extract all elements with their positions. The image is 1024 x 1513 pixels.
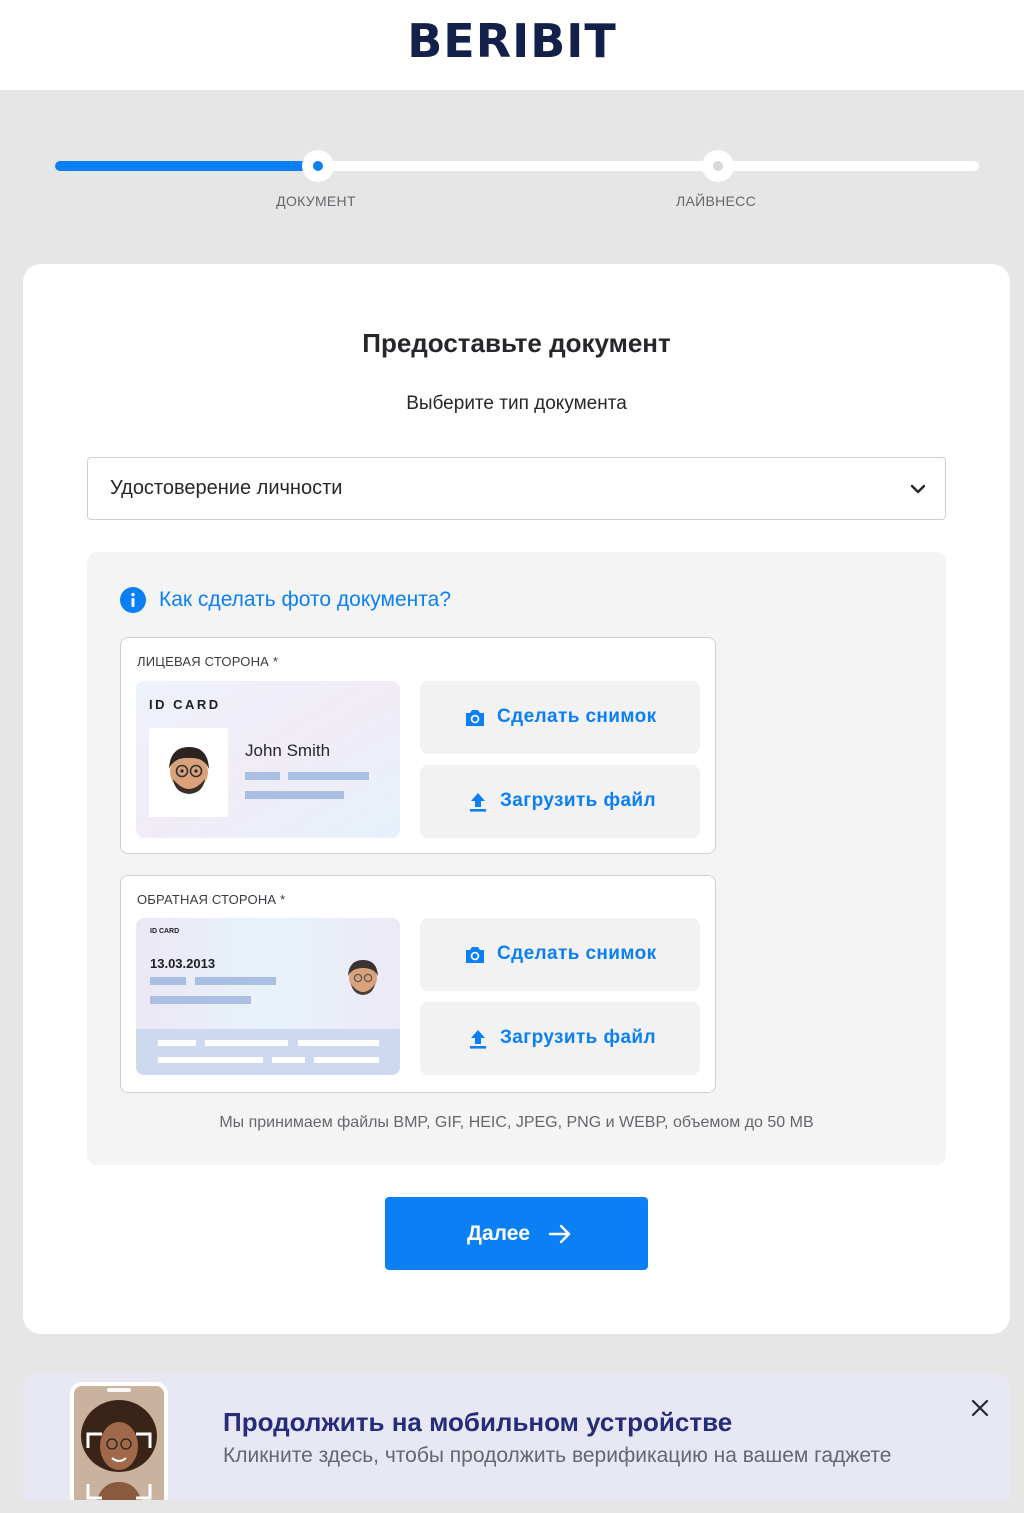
front-id-header: ID CARD <box>149 697 221 712</box>
phone-selfie-illustration <box>70 1382 168 1500</box>
step-document-label: ДОКУМЕНТ <box>276 193 356 209</box>
info-icon <box>120 587 146 613</box>
front-id-name: John Smith <box>245 741 331 760</box>
page-subtitle: Выберите тип документа <box>406 393 627 414</box>
back-take-photo-button[interactable]: Сделать снимок <box>420 918 700 991</box>
document-type-value: Удостоверение личности <box>110 477 343 499</box>
front-side-section: ЛИЦЕВАЯ СТОРОНА * ID CARD John Smith Сде… <box>120 637 716 854</box>
page-title: Предоставьте документ <box>362 328 671 358</box>
progress-fill <box>55 161 314 171</box>
top-header: BERIBIT <box>0 0 1024 90</box>
back-id-header: ID CARD <box>150 928 180 935</box>
back-take-photo-label: Сделать снимок <box>497 943 657 964</box>
banner-subtitle: Кликните здесь, чтобы продолжить верифик… <box>223 1444 892 1467</box>
back-id-sample-image: ID CARD 13.03.2013 <box>136 918 400 1075</box>
front-upload-file-label: Загрузить файл <box>500 790 656 811</box>
upload-panel: Как сделать фото документа? ЛИЦЕВАЯ СТОР… <box>87 552 946 1165</box>
front-side-label: ЛИЦЕВАЯ СТОРОНА * <box>137 654 279 669</box>
front-id-sample-image: ID CARD John Smith <box>136 681 400 838</box>
upload-icon <box>470 793 486 812</box>
step-liveness-label: ЛАЙВНЕСС <box>676 193 756 209</box>
next-button-label: Далее <box>467 1222 531 1245</box>
camera-icon <box>466 947 484 963</box>
chevron-down-icon <box>910 484 926 494</box>
document-type-select[interactable]: Удостоверение личности <box>87 457 946 520</box>
camera-icon <box>466 710 484 726</box>
front-take-photo-label: Сделать снимок <box>497 706 657 727</box>
arrow-right-icon <box>548 1224 571 1244</box>
back-id-date: 13.03.2013 <box>150 956 216 971</box>
step-liveness-marker <box>702 150 734 182</box>
document-card: Предоставьте документ Выберите тип докум… <box>23 264 1010 1334</box>
how-to-photo-text: Как сделать фото документа? <box>159 588 452 611</box>
banner-title: Продолжить на мобильном устройстве <box>223 1407 733 1437</box>
back-upload-file-button[interactable]: Загрузить файл <box>420 1002 700 1075</box>
back-side-label: ОБРАТНАЯ СТОРОНА * <box>137 892 286 907</box>
back-side-section: ОБРАТНАЯ СТОРОНА * ID CARD 13.03.2013 Сд… <box>120 875 716 1093</box>
front-upload-file-button[interactable]: Загрузить файл <box>420 765 700 838</box>
close-icon[interactable] <box>969 1397 991 1419</box>
accepted-formats-note: Мы принимаем файлы BMP, GIF, HEIC, JPEG,… <box>219 1114 814 1131</box>
progress-track <box>55 161 979 171</box>
continue-on-mobile-banner[interactable]: Продолжить на мобильном устройстве Кликн… <box>23 1374 1010 1500</box>
step-document-marker <box>302 150 334 182</box>
front-take-photo-button[interactable]: Сделать снимок <box>420 681 700 754</box>
beribit-logo[interactable]: BERIBIT <box>0 14 1024 68</box>
upload-icon <box>470 1030 486 1049</box>
next-button[interactable]: Далее <box>385 1197 648 1270</box>
back-upload-file-label: Загрузить файл <box>500 1027 656 1048</box>
